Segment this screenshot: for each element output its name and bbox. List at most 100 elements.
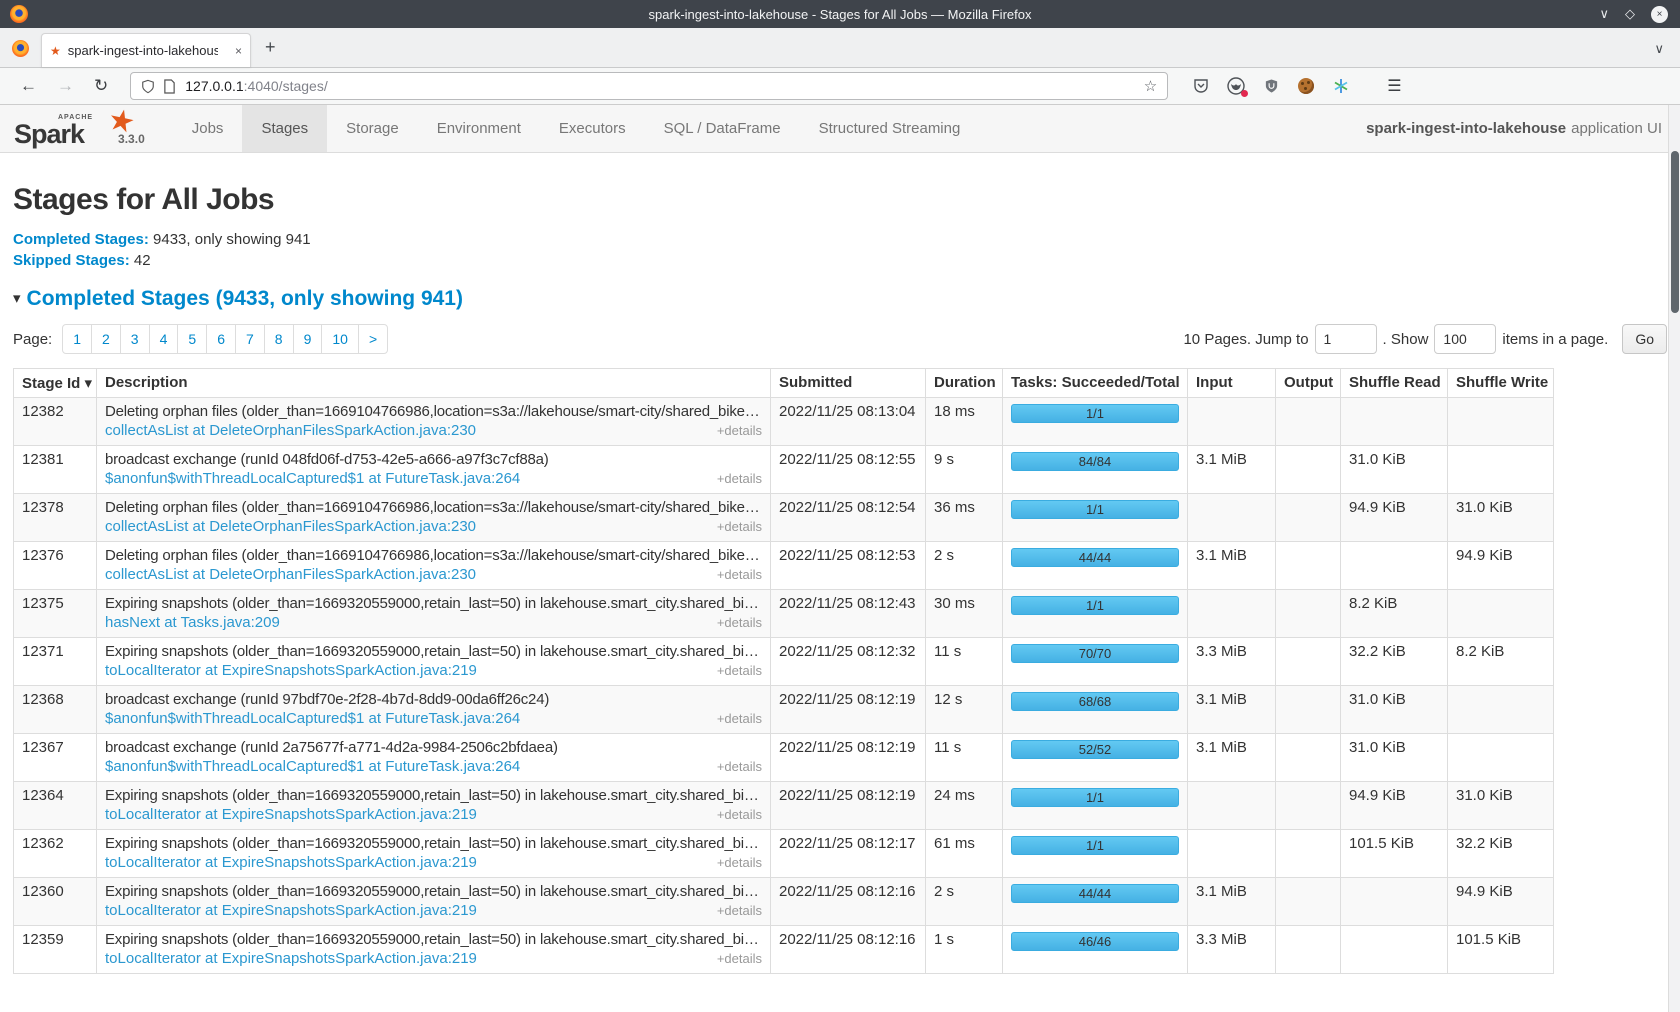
submitted-cell: 2022/11/25 08:12:17: [771, 830, 926, 878]
page-button-2[interactable]: 2: [91, 324, 121, 354]
submitted-cell: 2022/11/25 08:12:43: [771, 590, 926, 638]
page-info-icon[interactable]: [163, 79, 176, 94]
input-cell: [1188, 494, 1276, 542]
description-cell: Expiring snapshots (older_than=166932055…: [97, 878, 771, 926]
table-row: 12360 Expiring snapshots (older_than=166…: [14, 878, 1554, 926]
shield-permissions-icon[interactable]: [141, 79, 155, 94]
url-bar[interactable]: 127.0.0.1:4040/stages/ ☆: [130, 72, 1168, 100]
page-button-3[interactable]: 3: [120, 324, 150, 354]
tasks-cell: 44/44: [1003, 878, 1188, 926]
main-content: Stages for All Jobs Completed Stages: 94…: [0, 183, 1680, 974]
cookie-extension-icon[interactable]: [1297, 77, 1315, 95]
window-maximize-button[interactable]: ◇: [1625, 6, 1635, 22]
stage-link[interactable]: toLocalIterator at ExpireSnapshotsSparkA…: [105, 806, 477, 823]
page-button-9[interactable]: 9: [293, 324, 323, 354]
multi-account-extension-icon[interactable]: [1332, 77, 1350, 95]
details-toggle[interactable]: +details: [717, 903, 762, 918]
stage-link[interactable]: toLocalIterator at ExpireSnapshotsSparkA…: [105, 950, 477, 967]
stage-link[interactable]: collectAsList at DeleteOrphanFilesSparkA…: [105, 518, 476, 535]
stage-link[interactable]: toLocalIterator at ExpireSnapshotsSparkA…: [105, 902, 477, 919]
items-per-page-input[interactable]: [1434, 324, 1496, 354]
page-button-7[interactable]: 7: [235, 324, 265, 354]
firefox-view-icon[interactable]: [12, 40, 29, 57]
submitted-cell: 2022/11/25 08:12:55: [771, 446, 926, 494]
page-button-6[interactable]: 6: [206, 324, 236, 354]
completed-stages-summary: Completed Stages: 9433, only showing 941: [13, 229, 1667, 250]
details-toggle[interactable]: +details: [717, 567, 762, 582]
details-toggle[interactable]: +details: [717, 807, 762, 822]
details-toggle[interactable]: +details: [717, 711, 762, 726]
hamburger-menu-icon[interactable]: ☰: [1387, 76, 1401, 96]
column-header-tasks[interactable]: Tasks: Succeeded/Total: [1003, 369, 1188, 398]
details-toggle[interactable]: +details: [717, 663, 762, 678]
page-button-1[interactable]: 1: [62, 324, 92, 354]
spark-logo[interactable]: APACHE Spark ★ 3.3.0: [0, 105, 159, 152]
column-header-shuffle-write[interactable]: Shuffle Write: [1448, 369, 1554, 398]
jump-to-page-input[interactable]: [1315, 324, 1377, 354]
reload-button[interactable]: ↻: [94, 76, 108, 96]
stage-link[interactable]: hasNext at Tasks.java:209: [105, 614, 280, 631]
collapse-arrow-icon: ▾: [13, 289, 21, 307]
column-header-submitted[interactable]: Submitted: [771, 369, 926, 398]
nav-tab-stages[interactable]: Stages: [242, 105, 327, 152]
nav-tab-jobs[interactable]: Jobs: [173, 105, 243, 152]
details-toggle[interactable]: +details: [717, 855, 762, 870]
details-toggle[interactable]: +details: [717, 519, 762, 534]
page-button-5[interactable]: 5: [177, 324, 207, 354]
stage-link[interactable]: $anonfun$withThreadLocalCaptured$1 at Fu…: [105, 758, 520, 775]
input-cell: [1188, 830, 1276, 878]
details-toggle[interactable]: +details: [717, 423, 762, 438]
stage-link[interactable]: collectAsList at DeleteOrphanFilesSparkA…: [105, 422, 476, 439]
stage-link[interactable]: collectAsList at DeleteOrphanFilesSparkA…: [105, 566, 476, 583]
nav-tab-sql-dataframe[interactable]: SQL / DataFrame: [645, 105, 800, 152]
scrollbar-thumb[interactable]: [1671, 151, 1679, 313]
next-page-button[interactable]: >: [358, 324, 388, 354]
tab-close-icon[interactable]: ×: [235, 44, 242, 58]
navigation-toolbar: ← → ↻ 127.0.0.1:4040/stages/ ☆: [0, 68, 1680, 105]
forward-button[interactable]: →: [57, 76, 74, 96]
privacy-mask-extension-icon[interactable]: [1227, 77, 1245, 95]
column-header-input[interactable]: Input: [1188, 369, 1276, 398]
stage-link[interactable]: toLocalIterator at ExpireSnapshotsSparkA…: [105, 662, 477, 679]
details-toggle[interactable]: +details: [717, 951, 762, 966]
column-header-output[interactable]: Output: [1276, 369, 1341, 398]
stages-table: Stage Id ▾ Description Submitted Duratio…: [13, 368, 1554, 974]
nav-tab-executors[interactable]: Executors: [540, 105, 645, 152]
window-minimize-button[interactable]: ∨: [1599, 6, 1609, 22]
nav-tab-storage[interactable]: Storage: [327, 105, 418, 152]
stage-link[interactable]: toLocalIterator at ExpireSnapshotsSparkA…: [105, 854, 477, 871]
details-toggle[interactable]: +details: [717, 759, 762, 774]
pocket-extension-icon[interactable]: [1192, 77, 1210, 95]
stage-link[interactable]: $anonfun$withThreadLocalCaptured$1 at Fu…: [105, 470, 520, 487]
page-button-4[interactable]: 4: [149, 324, 179, 354]
page-button-10[interactable]: 10: [321, 324, 359, 354]
shuffle-write-cell: 94.9 KiB: [1448, 878, 1554, 926]
go-button[interactable]: Go: [1622, 324, 1667, 354]
output-cell: [1276, 446, 1341, 494]
back-button[interactable]: ←: [20, 76, 37, 96]
new-tab-button[interactable]: +: [265, 37, 276, 58]
tasks-cell: 84/84: [1003, 446, 1188, 494]
stage-link[interactable]: $anonfun$withThreadLocalCaptured$1 at Fu…: [105, 710, 520, 727]
details-toggle[interactable]: +details: [717, 615, 762, 630]
column-header-description[interactable]: Description: [97, 369, 771, 398]
output-cell: [1276, 494, 1341, 542]
column-header-shuffle-read[interactable]: Shuffle Read: [1341, 369, 1448, 398]
completed-stages-section-toggle[interactable]: ▾Completed Stages (9433, only showing 94…: [13, 287, 1667, 311]
vertical-scrollbar[interactable]: [1668, 105, 1680, 1012]
table-row: 12381 broadcast exchange (runId 048fd06f…: [14, 446, 1554, 494]
nav-tab-environment[interactable]: Environment: [418, 105, 540, 152]
column-header-duration[interactable]: Duration: [926, 369, 1003, 398]
column-header-stage-id[interactable]: Stage Id ▾: [14, 369, 97, 398]
input-cell: 3.1 MiB: [1188, 542, 1276, 590]
details-toggle[interactable]: +details: [717, 471, 762, 486]
nav-tab-structured-streaming[interactable]: Structured Streaming: [800, 105, 980, 152]
browser-tab[interactable]: ★ spark-ingest-into-lakehous ×: [41, 33, 251, 67]
bookmark-star-icon[interactable]: ☆: [1144, 77, 1157, 95]
ublock-extension-icon[interactable]: [1262, 77, 1280, 95]
list-all-tabs-icon[interactable]: ∨: [1654, 41, 1664, 57]
page-button-8[interactable]: 8: [264, 324, 294, 354]
description-cell: Expiring snapshots (older_than=166932055…: [97, 782, 771, 830]
table-row: 12378 Deleting orphan files (older_than=…: [14, 494, 1554, 542]
window-close-button[interactable]: ×: [1651, 6, 1668, 23]
